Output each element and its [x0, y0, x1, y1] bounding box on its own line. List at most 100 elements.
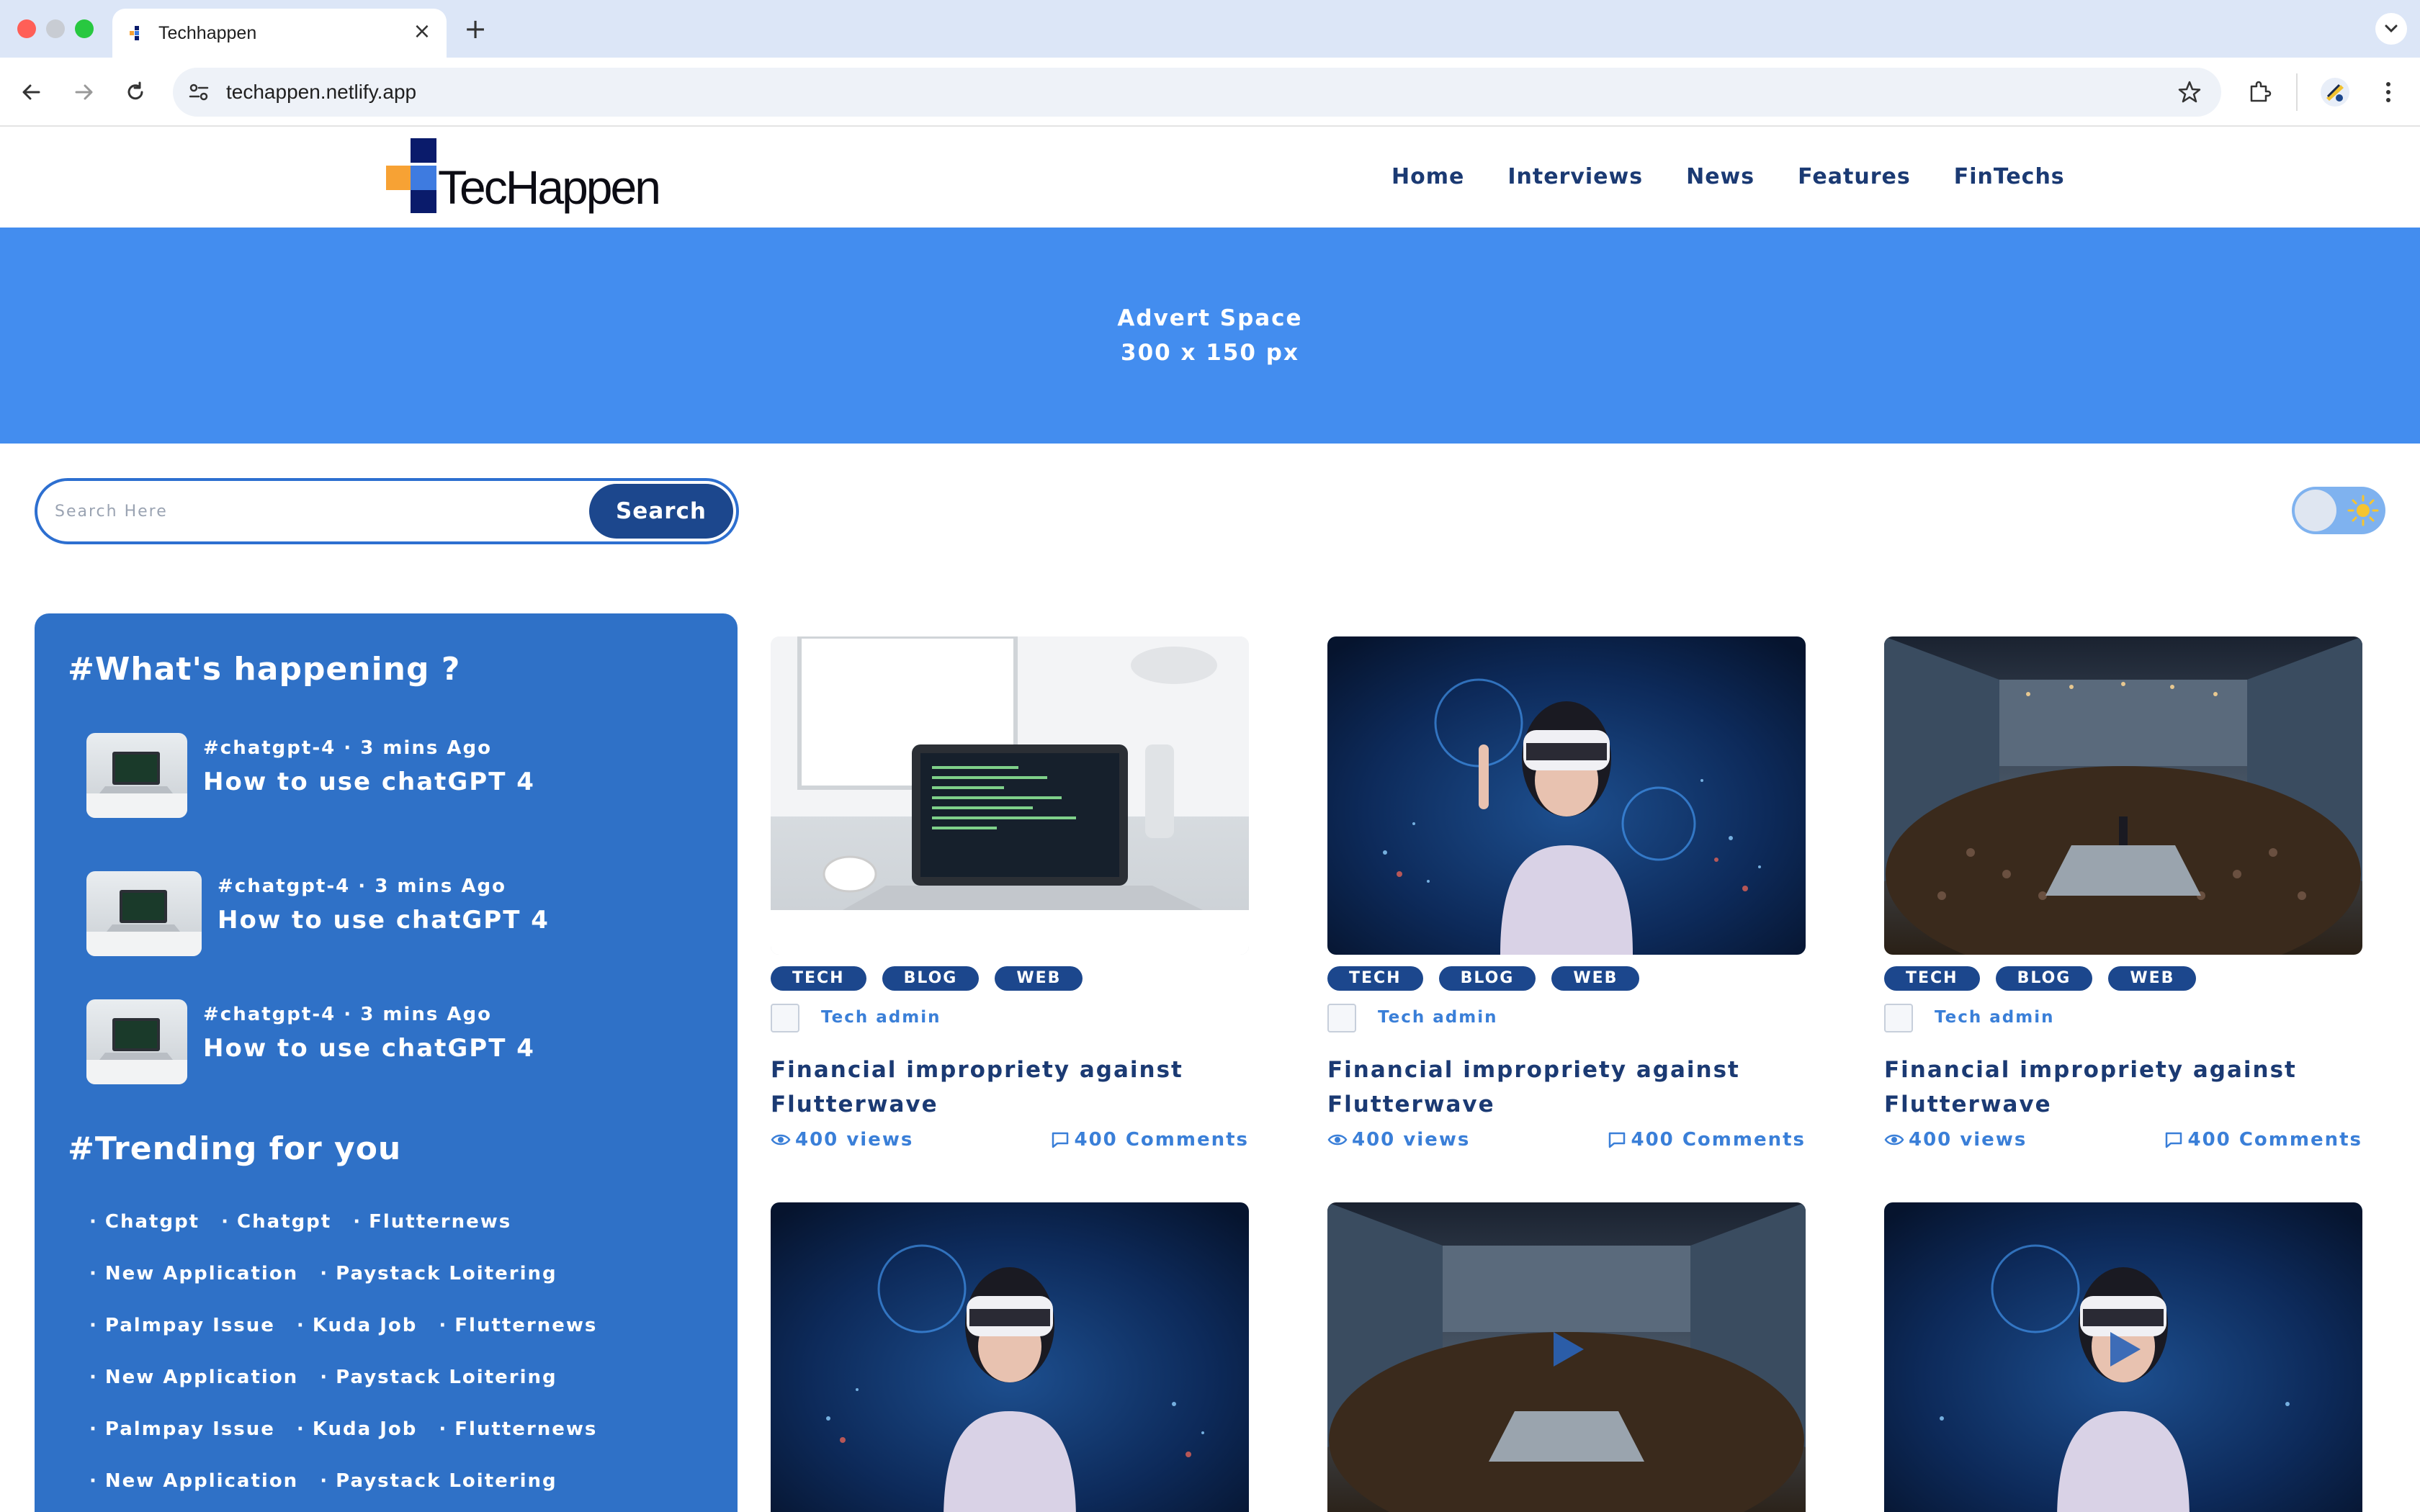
site-info-icon[interactable] — [187, 81, 210, 104]
tag-tech[interactable]: TECH — [1327, 966, 1423, 991]
sun-icon — [2347, 495, 2379, 526]
advert-size: 300 x 150 px — [1121, 340, 1299, 366]
comments-count[interactable]: 400 Comments — [1607, 1129, 1806, 1151]
trending-tag[interactable]: Paystack Loitering — [320, 1263, 557, 1284]
tab-title: Techhappen — [158, 23, 257, 43]
trending-tag[interactable]: Paystack Loitering — [320, 1367, 557, 1388]
vr-headset-image — [771, 1202, 1249, 1512]
comment-icon — [2165, 1132, 2182, 1148]
close-window-button[interactable] — [17, 19, 36, 38]
address-bar[interactable]: techappen.netlify.app — [173, 68, 2221, 117]
address-url: techappen.netlify.app — [226, 81, 417, 103]
nav-features[interactable]: Features — [1798, 164, 1911, 189]
bookmark-star-icon[interactable] — [2177, 79, 2202, 105]
post-card[interactable]: TECH BLOG WEB Tech admin Financial impro… — [771, 636, 1249, 1169]
trending-tag[interactable]: New Application — [89, 1470, 298, 1492]
trending-tag[interactable]: Flutternews — [439, 1315, 597, 1336]
nav-interviews[interactable]: Interviews — [1507, 164, 1643, 189]
tag-list: TECH BLOG WEB — [1884, 966, 2197, 991]
tab-close-icon[interactable]: × — [411, 20, 434, 43]
item-meta: #chatgpt-4 · 3 mins Ago — [203, 737, 492, 759]
trending-tag[interactable]: Chatgpt — [89, 1211, 200, 1233]
comments-count[interactable]: 400 Comments — [1050, 1129, 1250, 1151]
post-card[interactable] — [1884, 1202, 2362, 1512]
trending-row: New Application Paystack Loitering — [89, 1470, 557, 1492]
trending-tag[interactable]: New Application — [89, 1263, 298, 1284]
trending-tag[interactable]: Flutternews — [439, 1418, 597, 1440]
search-button[interactable]: Search — [589, 484, 733, 539]
tag-blog[interactable]: BLOG — [882, 966, 980, 991]
tab-search-button[interactable] — [2375, 13, 2407, 45]
post-title[interactable]: Financial impropriety against Flutterwav… — [1327, 1053, 1788, 1122]
tag-tech[interactable]: TECH — [771, 966, 866, 991]
main-nav: Home Interviews News Features FinTechs — [1392, 164, 2065, 189]
trending-tag[interactable]: Palmpay Issue — [89, 1418, 275, 1440]
whats-happening-item[interactable]: #chatgpt-4 · 3 mins Ago How to use chatG… — [86, 871, 677, 958]
advert-banner[interactable]: Advert Space 300 x 150 px — [0, 228, 2420, 444]
more-options-icon[interactable] — [2372, 76, 2404, 108]
laptop-thumbnail — [86, 999, 187, 1084]
sidebar: #What's happening ? #chatgpt-4 · 3 mins … — [35, 613, 738, 1512]
whats-happening-item[interactable]: #chatgpt-4 · 3 mins Ago How to use chatG… — [86, 733, 677, 819]
extensions-puzzle-icon[interactable] — [2244, 76, 2276, 108]
forward-arrow-icon[interactable] — [68, 76, 99, 108]
author[interactable]: Tech admin — [1327, 1002, 1615, 1034]
trending-tag[interactable]: Kuda Job — [297, 1315, 417, 1336]
comments-label: 400 Comments — [2187, 1129, 2362, 1151]
advert-title: Advert Space — [1117, 305, 1303, 331]
profile-avatar-icon[interactable] — [2319, 76, 2351, 108]
play-icon[interactable] — [1545, 1328, 1588, 1371]
trending-tag[interactable]: Flutternews — [353, 1211, 511, 1233]
laptop-image — [771, 636, 1249, 955]
tag-web[interactable]: WEB — [2108, 966, 2197, 991]
post-card[interactable] — [1327, 1202, 1806, 1512]
nav-home[interactable]: Home — [1392, 164, 1464, 189]
post-title[interactable]: Financial impropriety against Flutterwav… — [1884, 1053, 2345, 1122]
trending-row: Palmpay Issue Kuda Job Flutternews — [89, 1315, 597, 1336]
comment-icon — [1608, 1132, 1625, 1148]
nav-news[interactable]: News — [1686, 164, 1754, 189]
search-bar: Search — [35, 478, 739, 544]
minimize-window-button[interactable] — [46, 19, 65, 38]
tag-blog[interactable]: BLOG — [1438, 966, 1536, 991]
author[interactable]: Tech admin — [771, 1002, 1059, 1034]
trending-row: Chatgpt Chatgpt Flutternews — [89, 1211, 511, 1233]
author[interactable]: Tech admin — [1884, 1002, 2172, 1034]
comments-label: 400 Comments — [1631, 1129, 1806, 1151]
trending-row: Palmpay Issue Kuda Job Flutternews — [89, 1418, 597, 1440]
trending-heading: #Trending for you — [68, 1130, 402, 1167]
comments-label: 400 Comments — [1074, 1129, 1249, 1151]
browser-tab-active[interactable]: Techhappen × — [112, 9, 447, 58]
theme-toggle[interactable] — [2292, 487, 2385, 534]
site-logo[interactable]: TecHappen — [386, 138, 674, 217]
tag-web[interactable]: WEB — [1551, 966, 1640, 991]
whats-happening-item[interactable]: #chatgpt-4 · 3 mins Ago How to use chatG… — [86, 999, 677, 1086]
trending-tag[interactable]: Kuda Job — [297, 1418, 417, 1440]
logo-blocks-icon — [386, 138, 436, 213]
back-arrow-icon[interactable] — [16, 76, 48, 108]
trending-tag[interactable]: Chatgpt — [221, 1211, 331, 1233]
post-card[interactable]: TECH BLOG WEB Tech admin Financial impro… — [1327, 636, 1806, 1169]
item-title: How to use chatGPT 4 — [218, 906, 550, 935]
post-title[interactable]: Financial impropriety against Flutterwav… — [771, 1053, 1232, 1122]
views-label: 400 views — [1909, 1129, 2027, 1151]
browser-toolbar: techappen.netlify.app — [0, 58, 2420, 127]
reload-icon[interactable] — [120, 76, 151, 108]
post-card[interactable]: TECH BLOG WEB Tech admin Financial impro… — [1884, 636, 2362, 1169]
item-meta: #chatgpt-4 · 3 mins Ago — [218, 876, 506, 897]
avatar — [1884, 1004, 1913, 1032]
play-icon[interactable] — [2102, 1328, 2145, 1371]
trending-tag[interactable]: New Application — [89, 1367, 298, 1388]
comment-icon — [1052, 1132, 1068, 1148]
tag-blog[interactable]: BLOG — [1995, 966, 2093, 991]
trending-tag[interactable]: Palmpay Issue — [89, 1315, 275, 1336]
trending-tag[interactable]: Paystack Loitering — [320, 1470, 557, 1492]
maximize-window-button[interactable] — [75, 19, 94, 38]
new-tab-icon[interactable]: + — [461, 14, 490, 43]
nav-fintechs[interactable]: FinTechs — [1954, 164, 2065, 189]
comments-count[interactable]: 400 Comments — [2164, 1129, 2363, 1151]
search-input[interactable] — [55, 494, 588, 528]
post-card[interactable] — [771, 1202, 1249, 1512]
tag-tech[interactable]: TECH — [1884, 966, 1980, 991]
tag-web[interactable]: WEB — [995, 966, 1083, 991]
